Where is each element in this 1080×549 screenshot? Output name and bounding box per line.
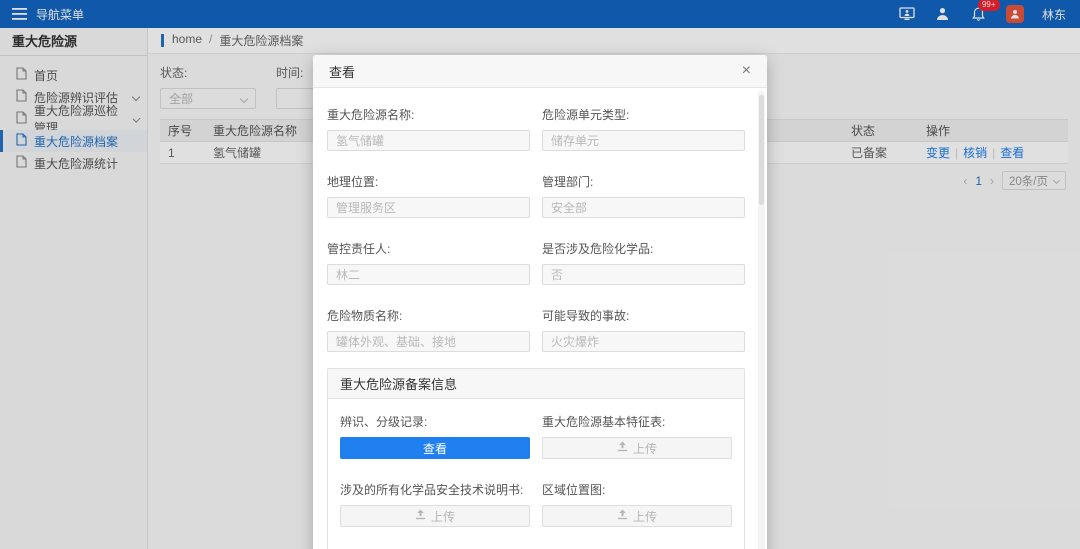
upload-button-label: 上传	[633, 440, 657, 457]
close-icon[interactable]: ×	[742, 63, 751, 79]
field-input-hazard-name[interactable]	[327, 130, 530, 151]
field-input-department[interactable]	[542, 197, 745, 218]
section-title: 重大危险源备案信息	[328, 369, 744, 399]
modal-header: 查看 ×	[313, 55, 767, 88]
field-input-involves-chemicals[interactable]	[542, 264, 745, 285]
field-label-involves-chemicals: 是否涉及危险化学品:	[542, 240, 745, 257]
upload-button-label: 上传	[633, 508, 657, 525]
view-modal: 查看 × 重大危险源名称: 危险源单元类型: 地理位置: 管理部门:	[313, 55, 767, 549]
field-input-unit-type[interactable]	[542, 130, 745, 151]
upload-msds-button[interactable]: 上传	[340, 505, 530, 527]
upload-icon	[415, 509, 426, 523]
field-input-location[interactable]	[327, 197, 530, 218]
field-label-substance-name: 危险物质名称:	[327, 307, 530, 324]
field-input-possible-accident[interactable]	[542, 331, 745, 352]
upload-area-map-button[interactable]: 上传	[542, 505, 732, 527]
field-label-possible-accident: 可能导致的事故:	[542, 307, 745, 324]
modal-body: 重大危险源名称: 危险源单元类型: 地理位置: 管理部门: 管控责任人:	[313, 88, 767, 549]
field-input-responsible-person[interactable]	[327, 264, 530, 285]
upload-feature-table-button[interactable]: 上传	[542, 437, 732, 459]
upload-icon	[617, 509, 628, 523]
doc-label-area-map: 区域位置图:	[542, 481, 732, 498]
doc-label-feature-table: 重大危险源基本特征表:	[542, 413, 732, 430]
field-label-responsible-person: 管控责任人:	[327, 240, 530, 257]
view-record-button[interactable]: 查看	[340, 437, 530, 459]
upload-icon	[617, 441, 628, 455]
doc-label-grading-record: 辨识、分级记录:	[340, 413, 530, 430]
doc-label-msds: 涉及的所有化学品安全技术说明书:	[340, 481, 530, 498]
modal-title: 查看	[329, 62, 355, 81]
field-label-unit-type: 危险源单元类型:	[542, 106, 745, 123]
field-label-location: 地理位置:	[327, 173, 530, 190]
field-input-substance-name[interactable]	[327, 331, 530, 352]
modal-scrollbar[interactable]	[758, 91, 765, 549]
upload-button-label: 上传	[431, 508, 455, 525]
field-label-hazard-name: 重大危险源名称:	[327, 106, 530, 123]
field-label-department: 管理部门:	[542, 173, 745, 190]
modal-scrollbar-thumb[interactable]	[759, 95, 764, 205]
filing-info-section: 重大危险源备案信息 辨识、分级记录: 查看 重大危险源基本特征表: 上传	[327, 368, 745, 549]
